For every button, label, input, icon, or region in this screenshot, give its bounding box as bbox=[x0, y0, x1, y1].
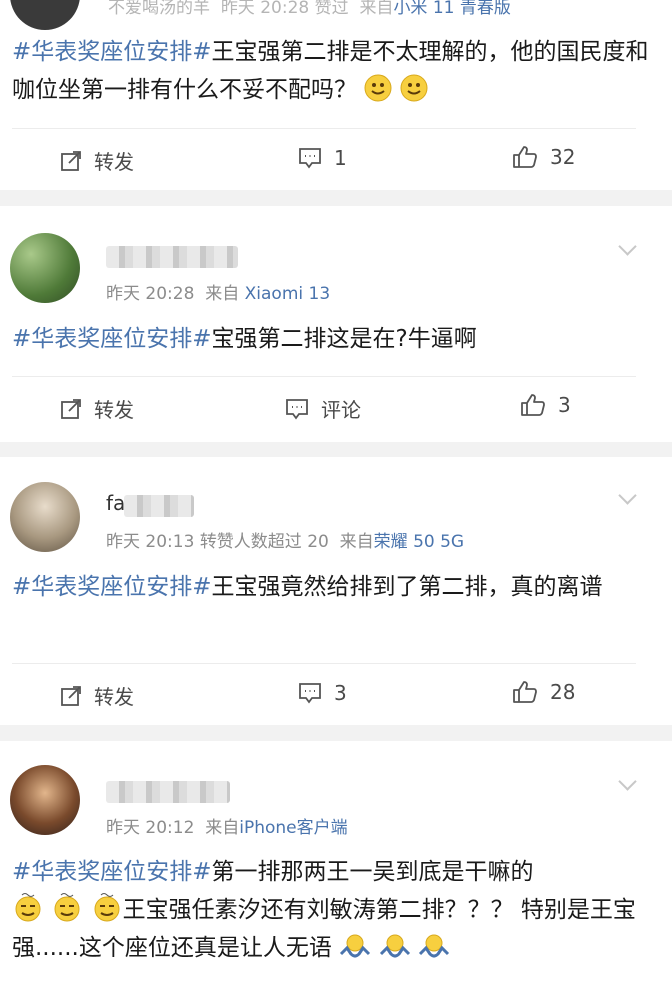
chevron-down-icon[interactable] bbox=[618, 486, 637, 505]
topic-link[interactable]: #华表奖座位安排# bbox=[12, 574, 212, 600]
comment-card: 不爱喝汤的羊 昨天 20:28 赞过 来自小米 11 青春版 #华表奖座位安排#… bbox=[0, 0, 672, 190]
comment-icon bbox=[299, 683, 321, 704]
comment-text: #华表奖座位安排#第一排那两王一吴到底是干嘛的 王宝强任素汐还有刘敏涛第二排？？… bbox=[12, 853, 654, 967]
repost-button[interactable]: 转发 bbox=[60, 394, 134, 423]
comment-text: #华表奖座位安排#王宝强第二排是不太理解的，他的国民度和咖位坐第一排有什么不妥不… bbox=[12, 33, 650, 109]
source-device[interactable]: Xiaomi 13 bbox=[245, 284, 331, 304]
comment-card: 昨天 20:28 来自 Xiaomi 13 #华表奖座位安排#宝强第二排这是在?… bbox=[0, 206, 672, 442]
source-prefix: 来自 bbox=[339, 532, 374, 552]
shrug-emoji bbox=[379, 934, 410, 958]
comment-meta: 昨天 20:12 来自iPhone客户端 bbox=[106, 813, 348, 838]
source-device[interactable]: 小米 11 青春版 bbox=[393, 0, 510, 18]
like-button[interactable]: 28 bbox=[512, 680, 575, 704]
like-count: 32 bbox=[550, 145, 576, 169]
smile-emoji bbox=[364, 74, 392, 102]
comment-button[interactable]: 1 bbox=[298, 146, 347, 170]
comment-icon bbox=[299, 148, 321, 169]
topic-link[interactable]: #华表奖座位安排# bbox=[12, 39, 212, 65]
timestamp: 昨天 20:28 bbox=[220, 0, 310, 18]
comment-text: #华表奖座位安排#宝强第二排这是在?牛逼啊 bbox=[12, 320, 650, 358]
thumbs-up-icon bbox=[513, 146, 537, 168]
like-count: 3 bbox=[558, 393, 571, 417]
dizzy-emoji bbox=[15, 893, 41, 922]
comment-label: 评论 bbox=[321, 398, 361, 422]
source-prefix: 来自 bbox=[205, 284, 240, 304]
timestamp: 昨天 20:13 bbox=[106, 532, 195, 552]
username-blurred[interactable] bbox=[124, 495, 194, 517]
divider bbox=[12, 663, 636, 664]
comment-icon bbox=[286, 398, 308, 419]
avatar[interactable] bbox=[10, 0, 80, 30]
source-prefix: 来自 bbox=[205, 818, 240, 838]
comment-meta: 昨天 20:13 转赞人数超过 20 来自荣耀 50 5G bbox=[106, 527, 464, 552]
repost-icon bbox=[61, 685, 81, 706]
repost-label: 转发 bbox=[94, 398, 134, 422]
source-device[interactable]: iPhone客户端 bbox=[239, 818, 347, 838]
avatar[interactable] bbox=[10, 482, 80, 552]
divider bbox=[12, 376, 636, 377]
username-blurred[interactable] bbox=[106, 781, 230, 803]
comment-meta: 昨天 20:28 来自 Xiaomi 13 bbox=[106, 279, 330, 304]
comment-card: 昨天 20:12 来自iPhone客户端 #华表奖座位安排#第一排那两王一吴到底… bbox=[0, 741, 672, 992]
username-blurred[interactable] bbox=[106, 246, 238, 268]
interaction-count: 转赞人数超过 20 bbox=[199, 532, 329, 552]
avatar[interactable] bbox=[10, 233, 80, 303]
timestamp: 昨天 20:28 bbox=[106, 284, 195, 304]
avatar[interactable] bbox=[10, 765, 80, 835]
repost-label: 转发 bbox=[94, 685, 134, 709]
source-device[interactable]: 荣耀 50 5G bbox=[374, 532, 464, 552]
repost-icon bbox=[61, 150, 81, 171]
comment-label: 1 bbox=[334, 146, 347, 170]
topic-link[interactable]: #华表奖座位安排# bbox=[12, 859, 212, 885]
username[interactable]: 不爱喝汤的羊 bbox=[108, 0, 210, 18]
smile-emoji bbox=[400, 74, 428, 102]
thumbs-up-icon bbox=[521, 394, 545, 416]
comment-meta: 不爱喝汤的羊 昨天 20:28 赞过 来自小米 11 青春版 bbox=[108, 0, 511, 18]
comment-card: fa 昨天 20:13 转赞人数超过 20 来自荣耀 50 5G #华表奖座位安… bbox=[0, 457, 672, 725]
dizzy-emoji bbox=[54, 893, 80, 922]
shrug-emoji bbox=[418, 934, 449, 958]
chevron-down-icon[interactable] bbox=[618, 772, 637, 791]
repost-label: 转发 bbox=[94, 150, 134, 174]
comment-body: 王宝强竟然给排到了第二排，真的离谱 bbox=[211, 574, 603, 600]
repost-button[interactable]: 转发 bbox=[60, 681, 134, 710]
shrug-emoji bbox=[340, 934, 371, 958]
repost-icon bbox=[61, 398, 81, 419]
repost-button[interactable]: 转发 bbox=[60, 146, 134, 175]
timestamp: 昨天 20:12 bbox=[106, 818, 195, 838]
comment-label: 3 bbox=[334, 681, 347, 705]
comment-text: #华表奖座位安排#王宝强竟然给排到了第二排，真的离谱 bbox=[12, 568, 650, 606]
comment-body-part1: 第一排那两王一吴到底是干嘛的 bbox=[211, 859, 534, 885]
thumbs-up-icon bbox=[513, 681, 537, 703]
liked-badge: 赞过 bbox=[314, 0, 349, 18]
username-prefix[interactable]: fa bbox=[106, 491, 125, 515]
topic-link[interactable]: #华表奖座位安排# bbox=[12, 326, 212, 352]
dizzy-emoji bbox=[94, 893, 120, 922]
comment-button[interactable]: 评论 bbox=[285, 394, 361, 423]
chevron-down-icon[interactable] bbox=[618, 237, 637, 256]
source-prefix: 来自 bbox=[359, 0, 394, 18]
like-count: 28 bbox=[550, 680, 576, 704]
like-button[interactable]: 32 bbox=[512, 145, 575, 169]
like-button[interactable]: 3 bbox=[520, 393, 571, 417]
comment-body: 宝强第二排这是在?牛逼啊 bbox=[211, 326, 477, 352]
divider bbox=[12, 128, 636, 129]
comment-button[interactable]: 3 bbox=[298, 681, 347, 705]
